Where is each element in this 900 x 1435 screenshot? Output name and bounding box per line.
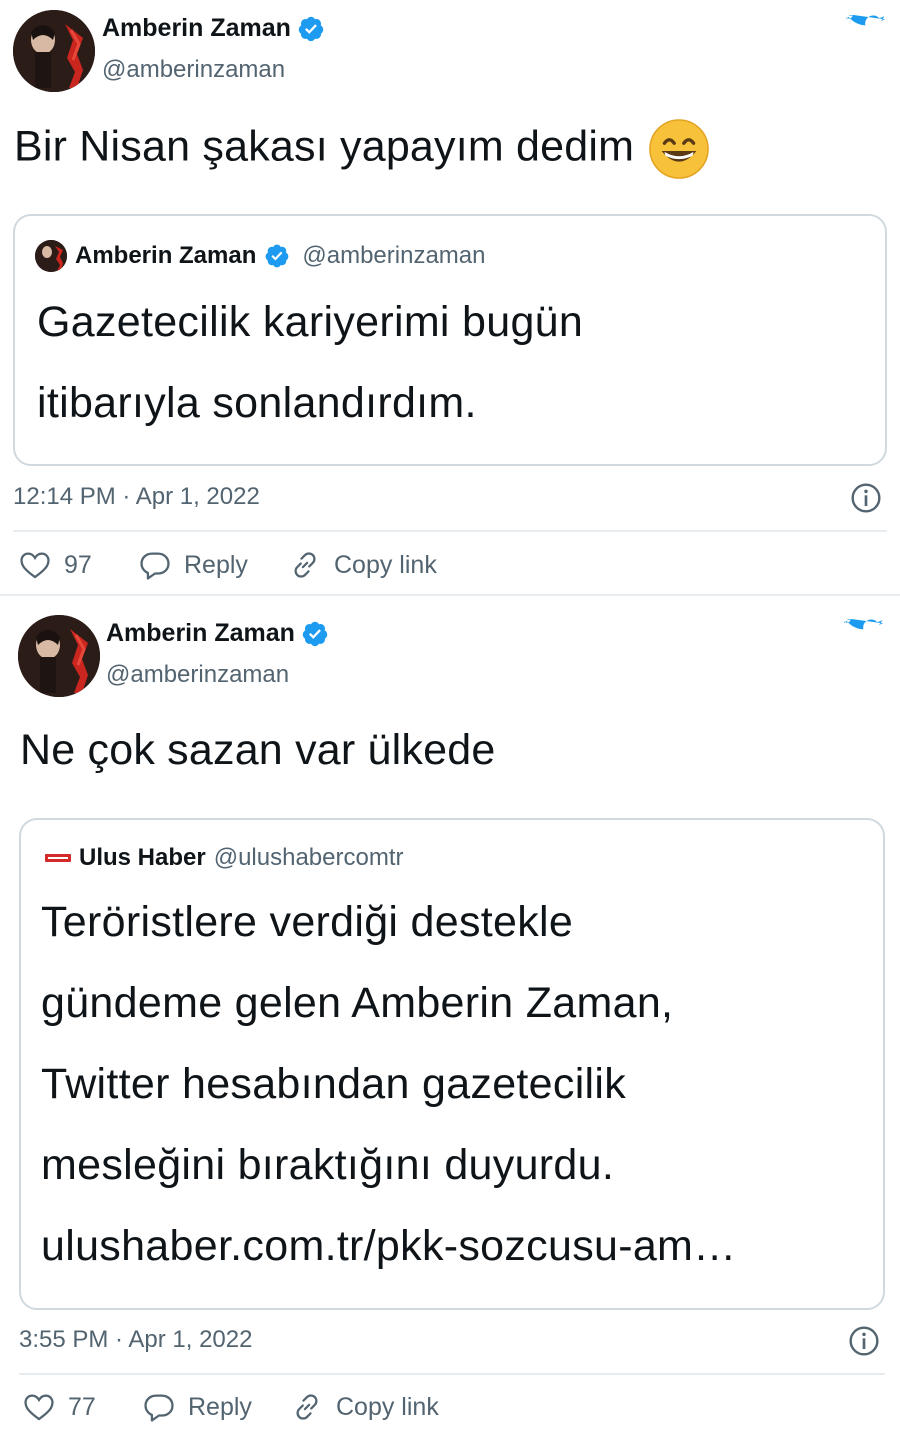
verified-badge-icon (266, 244, 289, 268)
twitter-bird-icon[interactable] (846, 15, 886, 49)
quoted-tweet-text: Teröristlere verdiği destekle gündeme ge… (41, 882, 736, 1287)
quoted-author-name: Amberin Zaman (75, 242, 257, 269)
quoted-tweet-header: Amberin Zaman @amberinzaman (35, 240, 485, 272)
tweet-1: Amberin Zaman @amberinzaman Bir Nisan şa… (0, 0, 900, 596)
grinning-face-emoji-icon (649, 119, 709, 179)
author-name[interactable]: Amberin Zaman (102, 14, 325, 43)
author-handle[interactable]: @amberinzaman (106, 661, 289, 689)
copy-link-label: Copy link (334, 550, 437, 579)
quoted-tweet-link[interactable]: ulushaber.com.tr/pkk-sozcusu-am… (41, 1206, 736, 1287)
info-icon[interactable] (848, 1325, 880, 1357)
like-button[interactable]: 97 (18, 548, 92, 582)
reply-label: Reply (184, 550, 248, 579)
copy-link-button[interactable]: Copy link (288, 548, 437, 582)
quoted-author-handle: @amberinzaman (302, 242, 486, 269)
heart-icon (24, 1394, 54, 1421)
quoted-author-handle: @ulushabercomtr (213, 844, 404, 871)
link-icon (296, 1394, 318, 1420)
verified-badge-icon (302, 621, 328, 646)
link-icon (294, 552, 316, 578)
author-avatar[interactable] (18, 615, 100, 697)
author-name-text: Amberin Zaman (106, 619, 295, 647)
tweet-text-content: Bir Nisan şakası yapayım dedim (14, 122, 635, 171)
like-count: 97 (64, 550, 92, 579)
tweet-text: Bir Nisan şakası yapayım dedim (14, 118, 710, 180)
reply-bubble-icon (144, 1394, 174, 1422)
quoted-author-avatar (35, 240, 67, 272)
quoted-tweet-line: Twitter hesabından gazetecilik (41, 1060, 627, 1108)
quoted-tweet-line: Gazetecilik kariyerimi bugün (37, 298, 584, 346)
author-handle[interactable]: @amberinzaman (102, 56, 285, 84)
tweet-timestamp[interactable]: 3:55 PM · Apr 1, 2022 (19, 1326, 252, 1354)
verified-badge-icon (298, 16, 324, 41)
divider (13, 530, 887, 532)
quoted-tweet-line: gündeme gelen Amberin Zaman, (41, 979, 674, 1027)
like-count: 77 (68, 1392, 96, 1421)
quoted-author-name: Ulus Haber (79, 844, 206, 871)
quoted-tweet-card[interactable]: Ulus Haber @ulushabercomtr Teröristlere … (19, 818, 885, 1310)
reply-button[interactable]: Reply (142, 1390, 252, 1424)
info-icon[interactable] (850, 482, 882, 514)
like-button[interactable]: 77 (22, 1390, 96, 1424)
author-name-text: Amberin Zaman (102, 14, 291, 42)
tweet-timestamp[interactable]: 12:14 PM · Apr 1, 2022 (13, 483, 260, 511)
tweet-text: Ne çok sazan var ülkede (20, 726, 496, 774)
reply-label: Reply (188, 1392, 252, 1421)
quoted-tweet-card[interactable]: Amberin Zaman @amberinzaman Gazetecilik … (13, 214, 887, 466)
copy-link-button[interactable]: Copy link (290, 1390, 439, 1424)
quoted-tweet-line: Teröristlere verdiği destekle (41, 898, 574, 946)
ulus-haber-logo-icon (45, 854, 71, 862)
reply-button[interactable]: Reply (138, 548, 248, 582)
heart-icon (20, 552, 50, 579)
author-avatar[interactable] (13, 10, 95, 92)
quoted-tweet-header: Ulus Haber @ulushabercomtr (45, 844, 403, 872)
quoted-tweet-line: itibarıyla sonlandırdım. (37, 379, 477, 427)
tweet-2: Amberin Zaman @amberinzaman Ne çok sazan… (0, 596, 900, 1435)
author-name[interactable]: Amberin Zaman (106, 619, 329, 648)
twitter-bird-icon[interactable] (844, 619, 884, 653)
quoted-tweet-line: mesleğini bıraktığını duyurdu. (41, 1141, 615, 1189)
reply-bubble-icon (140, 552, 170, 580)
divider (19, 1373, 885, 1375)
quoted-tweet-text: Gazetecilik kariyerimi bugün itibarıyla … (37, 282, 583, 444)
copy-link-label: Copy link (336, 1392, 439, 1421)
